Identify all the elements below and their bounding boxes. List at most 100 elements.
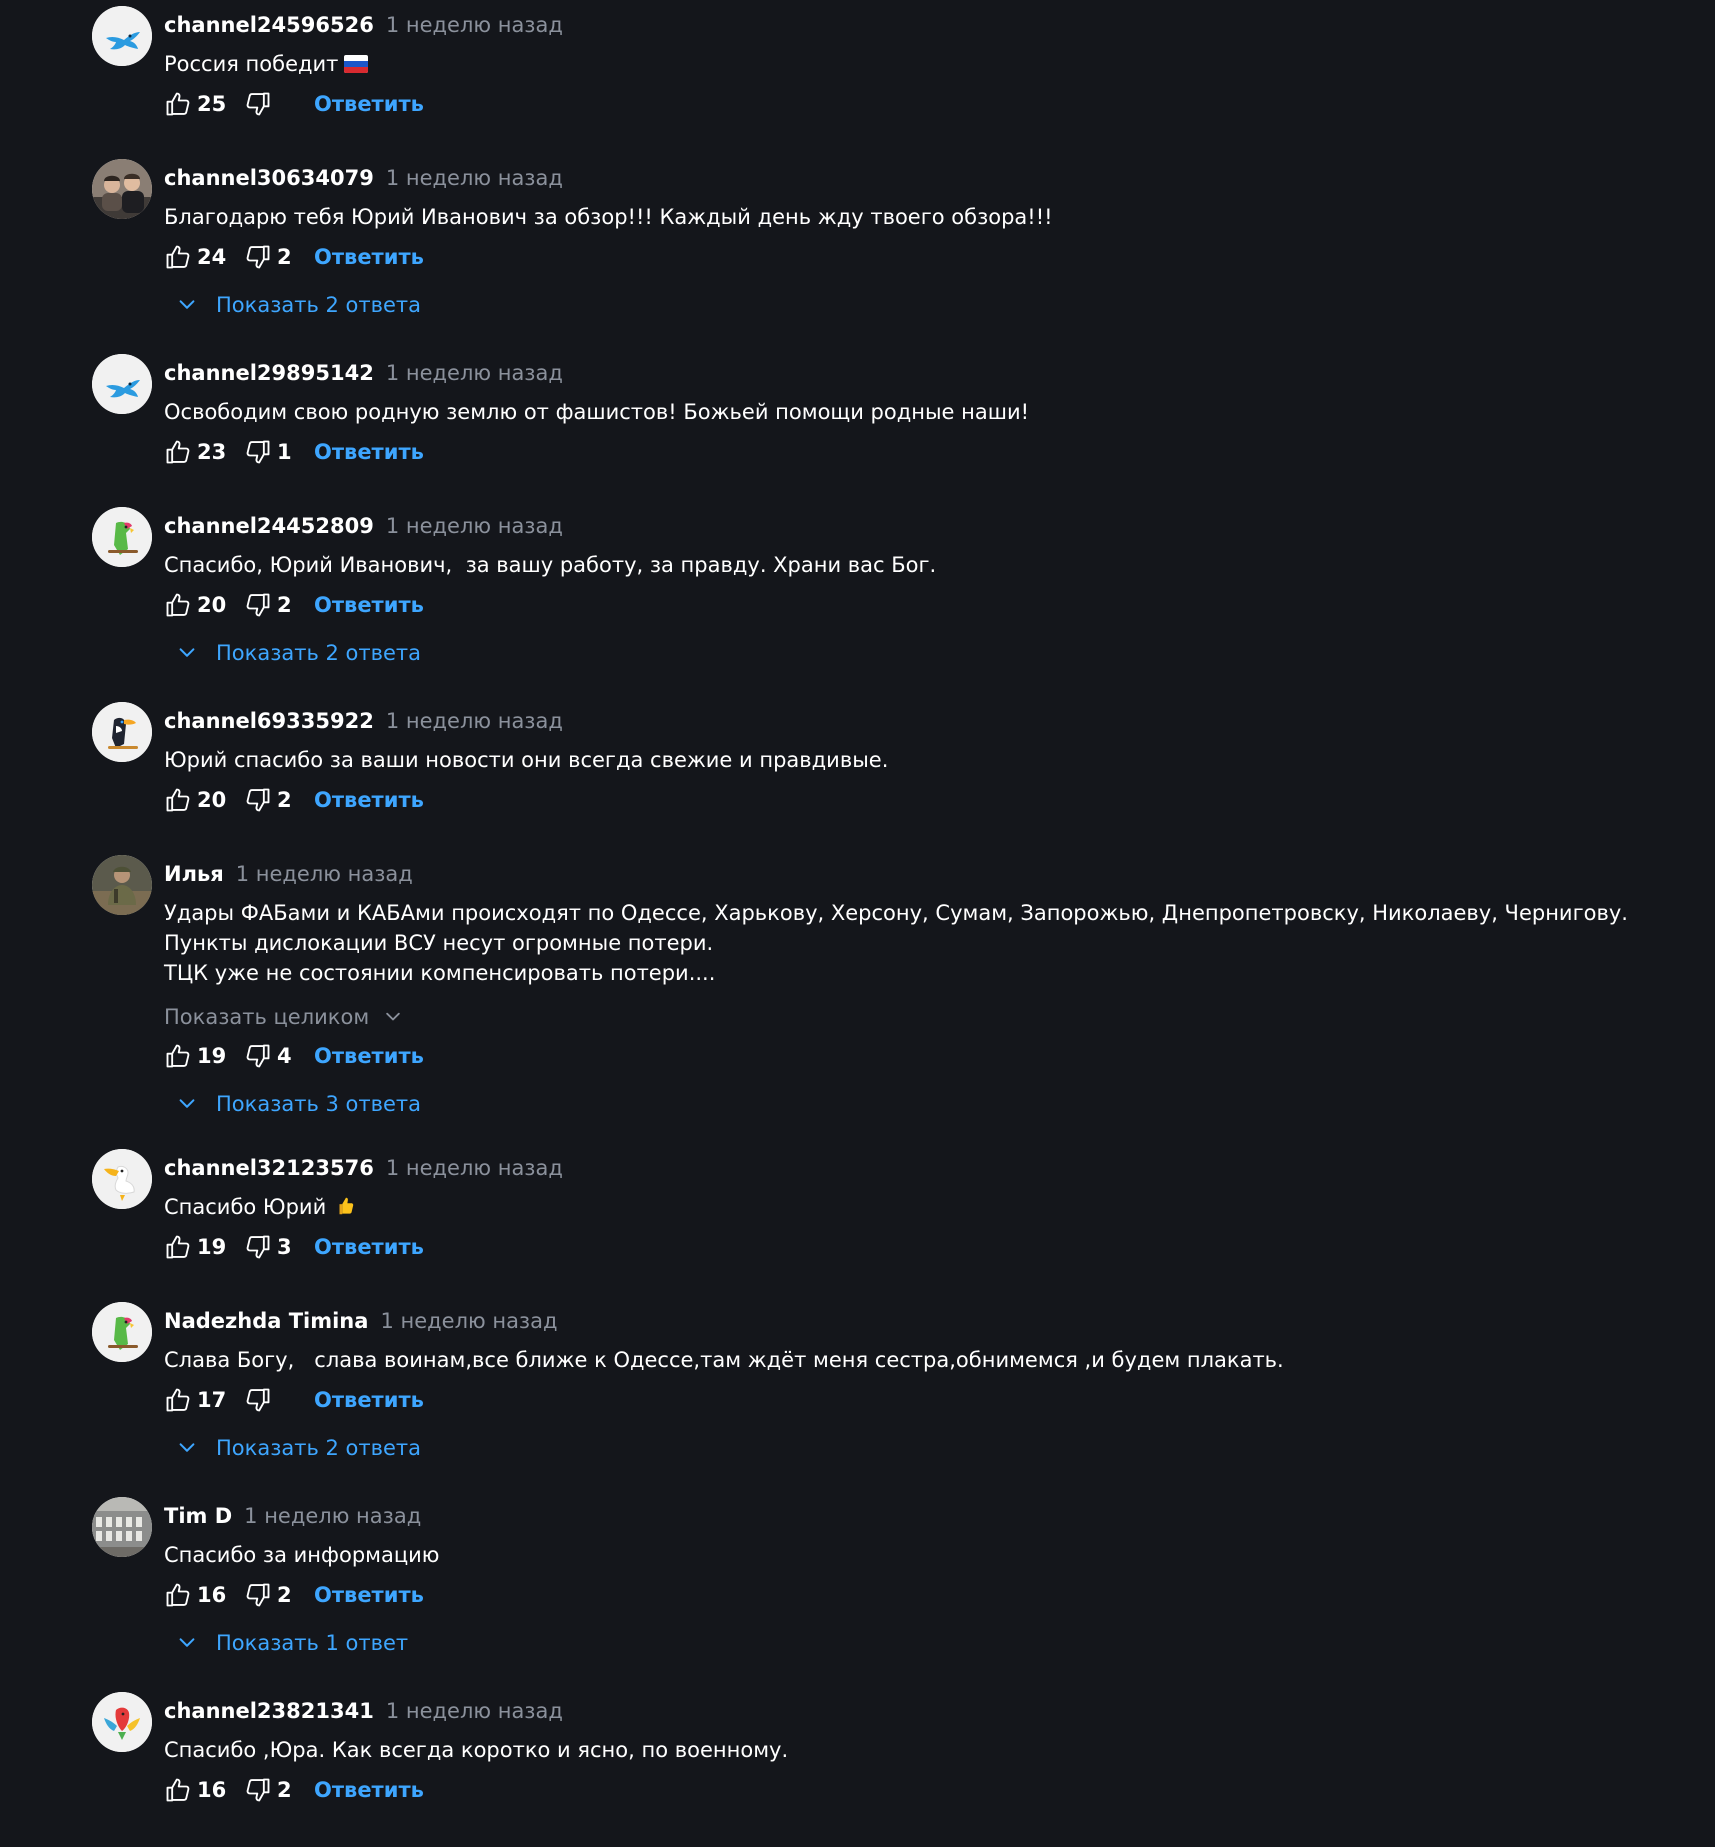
- like-button[interactable]: 20: [164, 785, 244, 815]
- comment-text-content: Россия победит: [164, 52, 339, 76]
- dislike-count: 2: [277, 1778, 292, 1802]
- reply-button[interactable]: Ответить: [314, 437, 424, 467]
- avatar[interactable]: [92, 1497, 152, 1557]
- reply-button[interactable]: Ответить: [314, 89, 424, 119]
- like-button[interactable]: 17: [164, 1385, 244, 1415]
- show-replies-label: Показать 2 ответа: [216, 1436, 422, 1460]
- comment-author[interactable]: channel29895142: [164, 361, 374, 385]
- comment-timestamp[interactable]: 1 неделю назад: [386, 13, 563, 37]
- show-replies-button[interactable]: Показать 2 ответа: [176, 638, 421, 668]
- reply-button[interactable]: Ответить: [314, 1232, 424, 1262]
- dislike-button[interactable]: 2: [244, 590, 314, 620]
- show-replies-label: Показать 1 ответ: [216, 1631, 409, 1655]
- comment-timestamp[interactable]: 1 неделю назад: [244, 1504, 421, 1528]
- dislike-button[interactable]: 2: [244, 242, 314, 272]
- comment-text: Благодарю тебя Юрий Иванович за обзор!!!…: [164, 202, 1664, 232]
- like-button[interactable]: 19: [164, 1232, 244, 1262]
- like-button[interactable]: 23: [164, 437, 244, 467]
- comment-author[interactable]: channel32123576: [164, 1156, 374, 1180]
- avatar[interactable]: [92, 1302, 152, 1362]
- comment: channel24452809 1 неделю назад Спасибо, Юр…: [0, 501, 1715, 701]
- comment-author[interactable]: channel23821341: [164, 1699, 374, 1723]
- comment-actions: 20 2 Ответить: [164, 785, 424, 815]
- thumbs-up-icon: [164, 1233, 192, 1261]
- avatar[interactable]: [92, 855, 152, 915]
- comment-timestamp[interactable]: 1 неделю назад: [386, 361, 563, 385]
- comment-text-content: Освободим свою родную землю от фашистов!…: [164, 400, 1030, 424]
- thumbs-down-icon: [244, 243, 272, 271]
- like-button[interactable]: 16: [164, 1775, 244, 1805]
- dislike-button[interactable]: 2: [244, 1580, 314, 1610]
- show-replies-button[interactable]: Показать 2 ответа: [176, 290, 421, 320]
- comment-timestamp[interactable]: 1 неделю назад: [236, 862, 413, 886]
- thumbs-down-icon: [244, 1386, 272, 1414]
- dislike-count: 4: [277, 1044, 292, 1068]
- comment-header: Nadezhda Timina 1 неделю назад: [164, 1306, 558, 1336]
- dislike-button[interactable]: [244, 1386, 314, 1414]
- reply-button[interactable]: Ответить: [314, 590, 424, 620]
- comment-header: channel30634079 1 неделю назад: [164, 163, 563, 193]
- comment-header: Tim D 1 неделю назад: [164, 1501, 421, 1531]
- comment-text-content: Юрий спасибо за ваши новости они всегда …: [164, 748, 889, 772]
- like-button[interactable]: 19: [164, 1041, 244, 1071]
- like-button[interactable]: 24: [164, 242, 244, 272]
- dislike-count: 2: [277, 1583, 292, 1607]
- avatar[interactable]: [92, 702, 152, 762]
- reply-button[interactable]: Ответить: [314, 1385, 424, 1415]
- avatar[interactable]: [92, 1692, 152, 1752]
- comment-text: Освободим свою родную землю от фашистов!…: [164, 397, 1664, 427]
- thumbs-down-icon: [244, 1776, 272, 1804]
- dislike-button[interactable]: 2: [244, 1775, 314, 1805]
- reply-button[interactable]: Ответить: [314, 785, 424, 815]
- comment-author[interactable]: channel24452809: [164, 514, 374, 538]
- comment: Tim D 1 неделю назад Спасибо за информацию…: [0, 1491, 1715, 1691]
- dislike-button[interactable]: 4: [244, 1041, 314, 1071]
- avatar[interactable]: [92, 1149, 152, 1209]
- like-button[interactable]: 16: [164, 1580, 244, 1610]
- comment-timestamp[interactable]: 1 неделю назад: [380, 1309, 557, 1333]
- comment-actions: 25 Ответить: [164, 89, 424, 119]
- dislike-button[interactable]: 3: [244, 1232, 314, 1262]
- chevron-down-icon: [369, 1007, 403, 1027]
- comment-author[interactable]: Tim D: [164, 1504, 232, 1528]
- avatar[interactable]: [92, 6, 152, 66]
- avatar[interactable]: [92, 354, 152, 414]
- comment-text-content: Спасибо Юрий: [164, 1195, 327, 1219]
- comment-author[interactable]: Илья: [164, 862, 224, 886]
- comment-author[interactable]: channel69335922: [164, 709, 374, 733]
- reply-button[interactable]: Ответить: [314, 1775, 424, 1805]
- comment-timestamp[interactable]: 1 неделю назад: [386, 709, 563, 733]
- like-button[interactable]: 20: [164, 590, 244, 620]
- avatar[interactable]: [92, 159, 152, 219]
- dislike-button[interactable]: 2: [244, 785, 314, 815]
- comment-timestamp[interactable]: 1 неделю назад: [386, 1156, 563, 1180]
- comment-actions: 19 4 Ответить: [164, 1041, 424, 1071]
- show-full-text-label: Показать целиком: [164, 1005, 370, 1029]
- comment-text-content: Спасибо, Юрий Иванович, за вашу работу, …: [164, 553, 937, 577]
- dislike-button[interactable]: [244, 90, 314, 118]
- reply-button[interactable]: Ответить: [314, 242, 424, 272]
- like-count: 16: [197, 1778, 227, 1802]
- reply-button[interactable]: Ответить: [314, 1041, 424, 1071]
- avatar[interactable]: [92, 507, 152, 567]
- like-count: 19: [197, 1044, 227, 1068]
- comment-timestamp[interactable]: 1 неделю назад: [386, 514, 563, 538]
- comment-header: channel29895142 1 неделю назад: [164, 358, 563, 388]
- dislike-button[interactable]: 1: [244, 437, 314, 467]
- comment-author[interactable]: channel24596526: [164, 13, 374, 37]
- comment-actions: 19 3 Ответить: [164, 1232, 424, 1262]
- comment-author[interactable]: Nadezhda Timina: [164, 1309, 368, 1333]
- comment-text-content: Спасибо за информацию: [164, 1543, 440, 1567]
- show-replies-button[interactable]: Показать 3 ответа: [176, 1089, 421, 1119]
- show-full-text-button[interactable]: Показать целиком: [164, 1002, 403, 1032]
- show-replies-button[interactable]: Показать 2 ответа: [176, 1433, 421, 1463]
- show-replies-button[interactable]: Показать 1 ответ: [176, 1628, 408, 1658]
- comment-timestamp[interactable]: 1 неделю назад: [386, 166, 563, 190]
- reply-button[interactable]: Ответить: [314, 1580, 424, 1610]
- comment-actions: 20 2 Ответить: [164, 590, 424, 620]
- comment-timestamp[interactable]: 1 неделю назад: [386, 1699, 563, 1723]
- dislike-count: 1: [277, 440, 292, 464]
- comment-author[interactable]: channel30634079: [164, 166, 374, 190]
- like-button[interactable]: 25: [164, 89, 244, 119]
- comment-text: Юрий спасибо за ваши новости они всегда …: [164, 745, 1664, 775]
